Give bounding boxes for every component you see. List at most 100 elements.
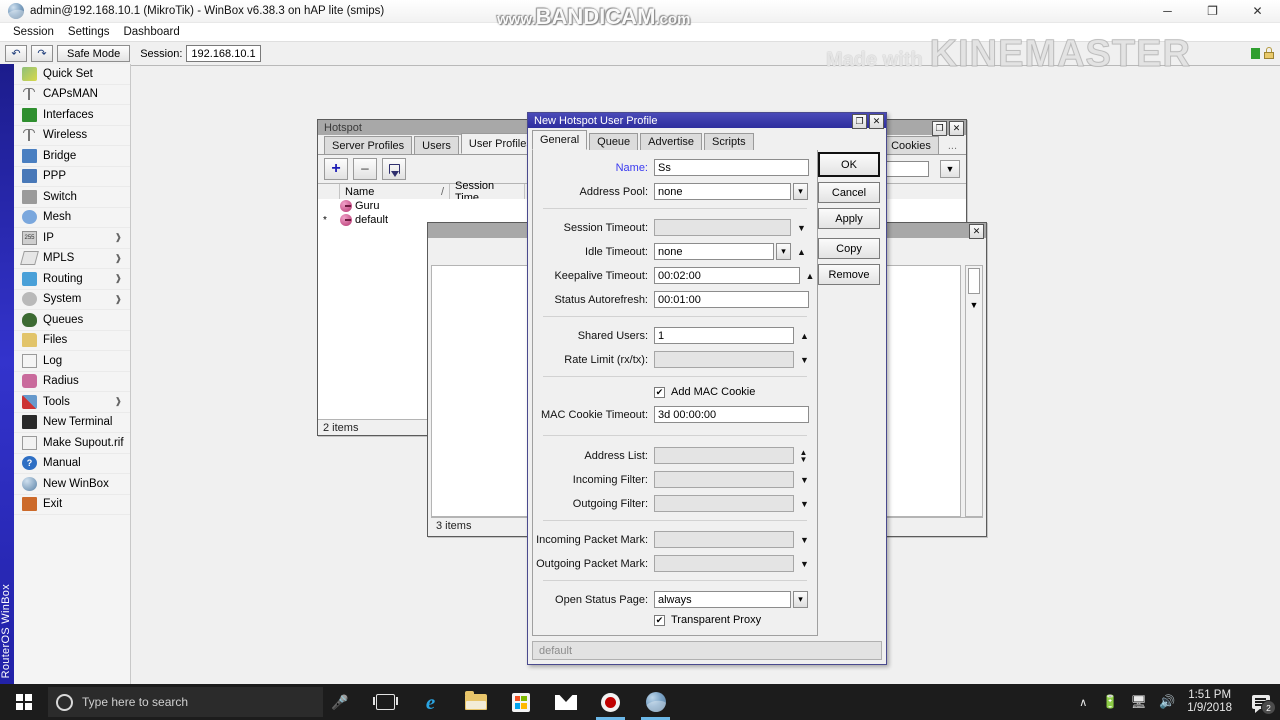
sidebar-item-bridge[interactable]: Bridge xyxy=(14,146,130,167)
session-field[interactable]: 192.168.10.1 xyxy=(186,45,261,62)
transparent-proxy-checkbox[interactable]: ✔ xyxy=(654,614,665,626)
edge-button[interactable]: e xyxy=(408,684,453,720)
sidebar-item-radius[interactable]: Radius xyxy=(14,372,130,392)
start-button[interactable] xyxy=(0,684,48,720)
menu-dashboard[interactable]: Dashboard xyxy=(116,26,186,38)
shared-users-input[interactable]: 1 xyxy=(654,327,794,344)
menu-session[interactable]: Session xyxy=(6,26,61,38)
search-input[interactable]: Type here to search xyxy=(48,687,323,717)
volume-icon[interactable]: 🔊 xyxy=(1153,694,1181,710)
background-scrollbar[interactable]: ▼ xyxy=(965,265,983,517)
sidebar-item-wireless[interactable]: Wireless xyxy=(14,126,130,146)
column-session-timeout[interactable]: Session Time... xyxy=(450,180,525,204)
maximize-button[interactable]: ❐ xyxy=(1190,0,1235,22)
address-pool-input[interactable]: none xyxy=(654,183,791,200)
shared-users-chevron-up-icon[interactable]: ▲ xyxy=(797,327,812,344)
idle-timeout-chevron-up-icon[interactable]: ▲ xyxy=(794,243,809,260)
microsoft-store-button[interactable] xyxy=(498,684,543,720)
incoming-filter-chevron-down-icon[interactable]: ▼ xyxy=(797,471,812,488)
scroll-down-icon[interactable]: ▼ xyxy=(968,298,980,312)
sidebar-item-mpls[interactable]: MPLS ❱ xyxy=(14,249,130,269)
ok-button[interactable]: OK xyxy=(818,152,880,177)
keepalive-chevron-up-icon[interactable]: ▲ xyxy=(803,267,817,284)
add-mac-cookie-checkbox[interactable]: ✔ xyxy=(654,386,665,398)
file-explorer-button[interactable] xyxy=(453,684,498,720)
microphone-icon[interactable]: 🎤 xyxy=(323,684,357,720)
dialog-close-button[interactable]: ✕ xyxy=(869,114,884,129)
scrollbar-thumb[interactable] xyxy=(968,268,980,294)
sidebar-item-exit[interactable]: Exit xyxy=(14,495,130,515)
sidebar-item-interfaces[interactable]: Interfaces xyxy=(14,105,130,126)
safe-mode-button[interactable]: Safe Mode xyxy=(57,45,131,62)
sidebar-item-routing[interactable]: Routing ❱ xyxy=(14,269,130,290)
keepalive-timeout-input[interactable]: 00:02:00 xyxy=(654,267,800,284)
sidebar-item-ip[interactable]: 255 IP ❱ xyxy=(14,228,130,249)
network-icon[interactable]: 🖥 xyxy=(1125,694,1154,710)
show-hidden-icons-chevron-icon[interactable]: ∧ xyxy=(1070,696,1096,709)
sidebar-item-switch[interactable]: Switch xyxy=(14,187,130,208)
incoming-filter-input[interactable] xyxy=(654,471,794,488)
tab-overflow[interactable]: ... xyxy=(940,137,964,154)
session-timeout-chevron-down-icon[interactable]: ▼ xyxy=(794,219,809,236)
status-autorefresh-input[interactable]: 00:01:00 xyxy=(654,291,809,308)
tab-cookies[interactable]: Cookies xyxy=(883,136,939,154)
rate-limit-input[interactable] xyxy=(654,351,794,368)
bandicam-button[interactable] xyxy=(588,684,633,720)
dialog-maximize-button[interactable]: ❐ xyxy=(852,114,867,129)
remove-button[interactable]: − xyxy=(353,158,377,180)
sidebar-item-capsman[interactable]: CAPsMAN xyxy=(14,85,130,105)
mac-cookie-timeout-input[interactable]: 3d 00:00:00 xyxy=(654,406,809,423)
sidebar-item-log[interactable]: Log xyxy=(14,351,130,372)
column-name[interactable]: Name / xyxy=(340,184,450,199)
sidebar-item-new-terminal[interactable]: New Terminal xyxy=(14,413,130,433)
winbox-taskbar-button[interactable] xyxy=(633,684,678,720)
sidebar-item-quick-set[interactable]: Quick Set xyxy=(14,64,130,85)
sidebar-item-queues[interactable]: Queues xyxy=(14,310,130,331)
background-close-button[interactable]: ✕ xyxy=(969,224,984,239)
sidebar-item-make-supout-rif[interactable]: Make Supout.rif xyxy=(14,433,130,454)
sidebar-item-new-winbox[interactable]: New WinBox xyxy=(14,474,130,495)
find-dropdown-button[interactable]: ▼ xyxy=(940,160,960,178)
sidebar-item-files[interactable]: Files xyxy=(14,331,130,351)
open-status-page-dropdown-icon[interactable]: ▾ xyxy=(793,591,808,608)
idle-timeout-input[interactable]: none xyxy=(654,243,774,260)
minimize-button[interactable]: ─ xyxy=(1145,0,1190,22)
sidebar-item-manual[interactable]: ? Manual xyxy=(14,454,130,474)
dialog-tab-general[interactable]: General xyxy=(532,130,588,150)
address-pool-dropdown-icon[interactable]: ▾ xyxy=(793,183,808,200)
outgoing-filter-chevron-down-icon[interactable]: ▼ xyxy=(797,495,812,512)
incoming-packet-mark-input[interactable] xyxy=(654,531,794,548)
cancel-button[interactable]: Cancel xyxy=(818,182,880,203)
hotspot-maximize-button[interactable]: ❐ xyxy=(932,121,947,136)
action-center-button[interactable]: 2 xyxy=(1242,684,1280,720)
task-view-button[interactable] xyxy=(363,684,408,720)
tab-server-profiles[interactable]: Server Profiles xyxy=(324,136,413,154)
outgoing-packet-mark-input[interactable] xyxy=(654,555,794,572)
sidebar-item-tools[interactable]: Tools ❱ xyxy=(14,392,130,413)
session-timeout-input[interactable] xyxy=(654,219,791,236)
sidebar-item-system[interactable]: System ❱ xyxy=(14,290,130,310)
dialog-tab-scripts[interactable]: Scripts xyxy=(704,133,754,150)
menu-settings[interactable]: Settings xyxy=(61,26,117,38)
incoming-packet-mark-chevron-down-icon[interactable]: ▼ xyxy=(797,531,812,548)
undo-button[interactable]: ↶ xyxy=(5,45,27,62)
filter-button[interactable] xyxy=(382,158,406,180)
copy-button[interactable]: Copy xyxy=(818,238,880,259)
dialog-tab-queue[interactable]: Queue xyxy=(589,133,639,150)
dialog-tab-advertise[interactable]: Advertise xyxy=(640,133,703,150)
checkbox-row-add-mac-cookie[interactable]: ✔ Add MAC Cookie xyxy=(654,386,817,398)
close-button[interactable]: ✕ xyxy=(1235,0,1280,22)
sidebar-item-ppp[interactable]: PPP xyxy=(14,167,130,187)
add-button[interactable]: + xyxy=(324,158,348,180)
address-list-input[interactable] xyxy=(654,447,794,464)
hotspot-close-button[interactable]: ✕ xyxy=(949,121,964,136)
address-list-spinner-icon[interactable]: ▲ ▼ xyxy=(797,447,810,464)
remove-button[interactable]: Remove xyxy=(818,264,880,285)
apply-button[interactable]: Apply xyxy=(818,208,880,229)
outgoing-filter-input[interactable] xyxy=(654,495,794,512)
name-input[interactable]: Ss xyxy=(654,159,809,176)
tab-users[interactable]: Users xyxy=(414,136,459,154)
mail-button[interactable] xyxy=(543,684,588,720)
checkbox-row-transparent-proxy[interactable]: ✔ Transparent Proxy xyxy=(654,614,817,626)
sidebar-item-mesh[interactable]: Mesh xyxy=(14,208,130,228)
